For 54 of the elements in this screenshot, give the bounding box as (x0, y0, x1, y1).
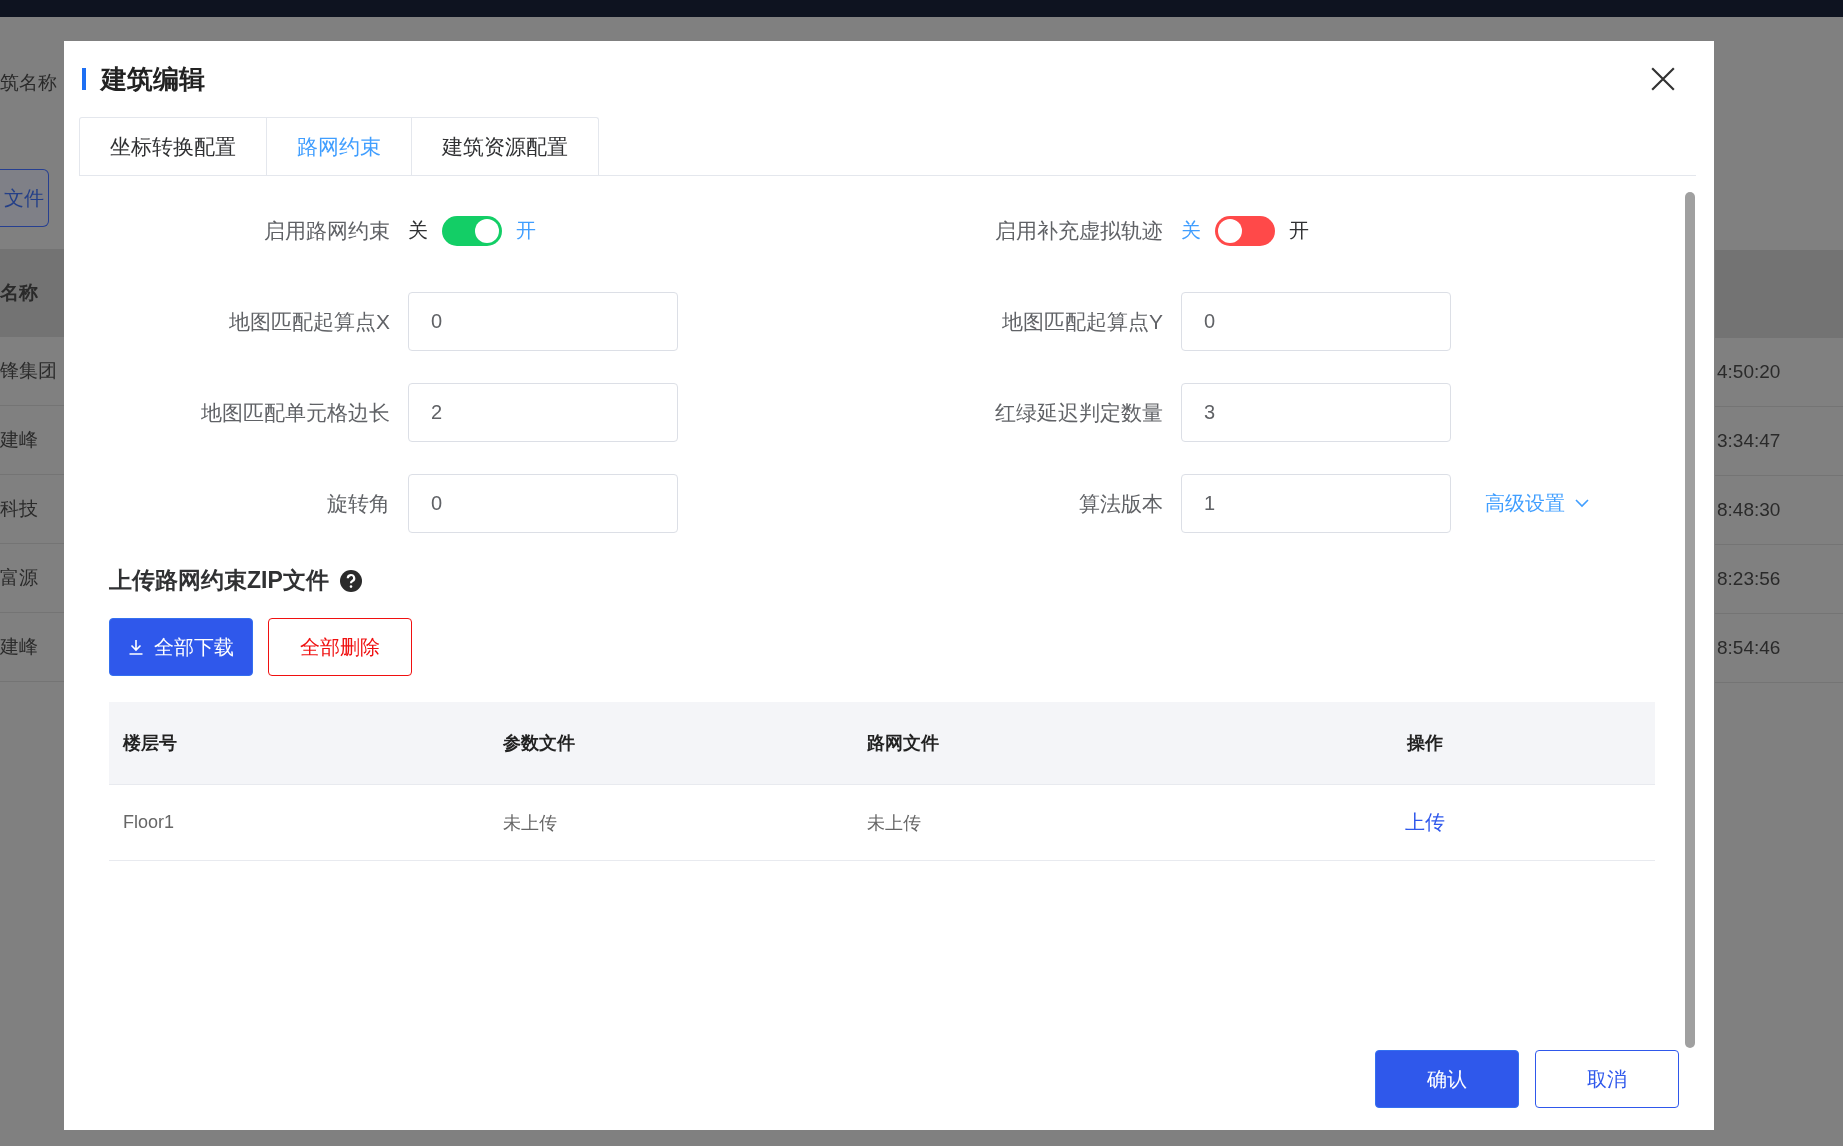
table-cell: 3:34:47 (1717, 430, 1781, 452)
on-text: 开 (1289, 218, 1309, 243)
table-cell-text: 未上传 (502, 811, 558, 835)
field-label: 红绿延迟判定数量 (994, 399, 1163, 426)
off-text: 关 (408, 218, 428, 243)
input-field[interactable]: 1 (1181, 474, 1451, 533)
close-icon[interactable] (1650, 66, 1676, 92)
column-header: 参数文件 (502, 732, 576, 755)
field-label: 旋转角 (326, 490, 390, 517)
column-header: 路网文件 (866, 732, 940, 755)
toggle-switch[interactable] (442, 215, 502, 246)
table-cell: 8:48:30 (1717, 499, 1781, 521)
delete-all-button[interactable]: 全部删除 (268, 618, 412, 676)
table-cell-text: 锋集团 (0, 359, 57, 383)
input-field[interactable]: 2 (408, 383, 678, 442)
switch-label: 启用补充虚拟轨迹 (994, 217, 1163, 244)
table-cell-text: 富源 (0, 566, 38, 590)
upload-link[interactable]: 上传 (1405, 809, 1445, 836)
input-field[interactable]: 0 (408, 292, 678, 351)
tab[interactable]: 建筑资源配置 (411, 117, 599, 175)
on-text: 开 (516, 218, 536, 243)
table-cell-text: Floor1 (122, 812, 176, 833)
section-title: 上传路网约束ZIP文件 (109, 566, 329, 595)
column-header: 楼层号 (121, 732, 178, 755)
field-label: 地图匹配单元格边长 (200, 399, 390, 426)
field-label: 地图匹配起算点X (228, 308, 390, 335)
table-cell: 8:54:46 (1717, 637, 1781, 659)
table-cell-text: 建峰 (0, 635, 38, 659)
cancel-button[interactable]: 取消 (1535, 1050, 1679, 1108)
confirm-button[interactable]: 确认 (1375, 1050, 1519, 1108)
table-cell: 8:23:56 (1717, 568, 1781, 590)
switch-label: 启用路网约束 (263, 217, 390, 244)
download-icon (128, 639, 144, 655)
dialog-title: 建筑编辑 (101, 62, 205, 96)
column-header: 操作 (1407, 732, 1443, 755)
table-cell-text: 科技 (0, 497, 38, 521)
table-cell: 4:50:20 (1717, 361, 1781, 383)
download-all-button[interactable]: 全部下载 (109, 618, 253, 676)
toggle-switch[interactable] (1215, 215, 1275, 246)
scrollbar[interactable] (1685, 192, 1695, 1048)
field-label: 算法版本 (1078, 490, 1163, 517)
off-text: 关 (1181, 218, 1201, 243)
table-cell-text: 建峰 (0, 428, 38, 452)
table-cell-text: 未上传 (866, 811, 922, 835)
input-field[interactable]: 0 (1181, 292, 1451, 351)
help-icon[interactable] (338, 568, 363, 593)
input-field[interactable]: 3 (1181, 383, 1451, 442)
title-accent (82, 68, 86, 90)
tab[interactable]: 坐标转换配置 (79, 117, 267, 175)
chevron-down-icon (1575, 499, 1589, 508)
input-field[interactable]: 0 (408, 474, 678, 533)
column-header: 名称 (0, 281, 38, 305)
filter-label: 筑名称 (0, 71, 57, 95)
field-label: 地图匹配起算点Y (1001, 308, 1163, 335)
